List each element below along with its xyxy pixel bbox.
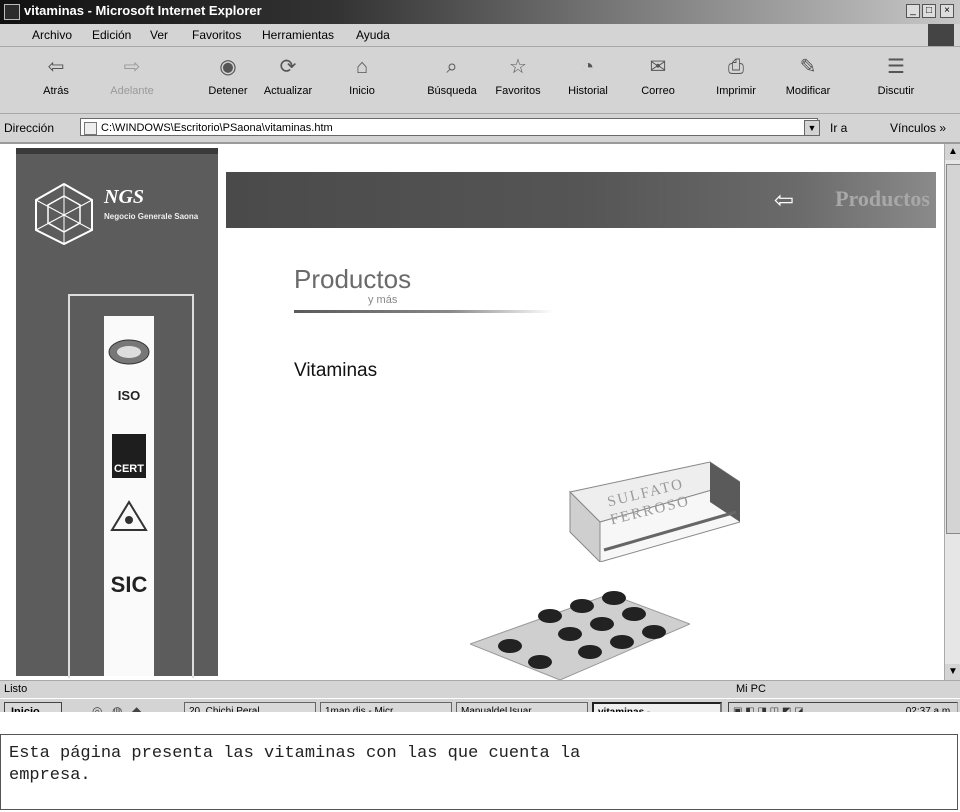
task-button-3[interactable]: ManualdeUsuar... — [456, 702, 588, 712]
title-underline — [294, 310, 554, 313]
top-banner: ⇦ Productos — [226, 172, 936, 228]
sidebar-stripe — [16, 148, 218, 154]
standard-toolbar: ⇦ Atrás ⇨ Adelante ◉ Detener ⟳ Actualizar ⌂ I… — [0, 47, 960, 114]
links-button[interactable]: Vínculos » — [890, 121, 946, 135]
edit-button[interactable]: ✎ Modificar — [776, 53, 840, 97]
maximize-button[interactable]: □ — [922, 4, 936, 18]
scroll-up-button[interactable]: ▲ — [945, 144, 960, 160]
history-button[interactable]: ◔ Historial — [556, 53, 620, 97]
discuss-button[interactable]: ☰ Discutir — [864, 53, 928, 97]
menu-ver[interactable]: Ver — [150, 28, 168, 42]
search-button[interactable]: ⌕ Búsqueda — [420, 53, 484, 97]
system-tray: ▣ ◧ ◨ ◫ ◩ ◪ 02:37 a.m. — [728, 702, 958, 712]
back-button[interactable]: ⇦ Atrás — [24, 53, 88, 97]
back-arrow-icon[interactable]: ⇦ — [774, 186, 794, 215]
start-button[interactable]: Inicio — [4, 702, 62, 712]
refresh-icon: ⟳ — [279, 56, 297, 78]
vertical-scrollbar[interactable]: ▲ ▼ — [944, 144, 960, 680]
page-title: Productos — [294, 264, 412, 294]
menu-bar: Archivo Edición Ver Favoritos Herramient… — [0, 24, 960, 47]
quicklaunch-ie-icon[interactable]: ◎ — [92, 704, 102, 712]
menu-favoritos[interactable]: Favoritos — [192, 28, 241, 42]
iso-badge: ISO — [117, 388, 141, 403]
stop-button[interactable]: ◉ Detener — [196, 53, 260, 97]
address-bar: Dirección C:\WINDOWS\Escritorio\PSaona\v… — [0, 114, 960, 144]
security-zone: Mi PC — [736, 683, 766, 695]
ngs-cube-logo-icon — [35, 182, 93, 246]
pill-blister-image — [470, 591, 690, 680]
forward-button[interactable]: ⇨ Adelante — [100, 53, 164, 97]
forward-arrow-icon: ⇨ — [123, 56, 141, 78]
menu-edicion[interactable]: Edición — [92, 28, 131, 42]
windows-logo-icon — [928, 24, 954, 46]
page-subtitle: y más — [368, 294, 398, 306]
task-button-4[interactable]: vitaminas - ... — [592, 702, 722, 712]
favorites-button[interactable]: ☆ Favoritos — [486, 53, 550, 97]
home-icon: ⌂ — [355, 56, 369, 78]
favorites-icon: ☆ — [509, 56, 527, 78]
quicklaunch-outlook-icon[interactable]: ◍ — [112, 704, 122, 712]
sic-logo: SIC — [110, 572, 148, 597]
taskbar: Inicio ◎ ◍ ◆ 20. Chichi Peral... 1man di… — [0, 698, 960, 712]
browser-screenshot: vitaminas - Microsoft Internet Explorer … — [0, 0, 960, 712]
caption-box: Esta página presenta las vitaminas con l… — [0, 734, 958, 810]
close-button[interactable]: × — [940, 4, 954, 18]
cert-logo: CERT — [112, 434, 146, 478]
back-arrow-icon: ⇦ — [47, 56, 65, 78]
discuss-icon: ☰ — [887, 56, 905, 78]
page-viewport: NGS Negocio Generale Saona ISO CERT SIC … — [0, 144, 944, 680]
logo-name: NGS — [104, 186, 145, 208]
quicklaunch-channels-icon[interactable]: ◆ — [132, 704, 141, 712]
mail-icon: ✉ — [649, 56, 667, 78]
left-sidebar: NGS Negocio Generale Saona ISO CERT SIC — [16, 148, 218, 678]
task-button-1[interactable]: 20. Chichi Peral... — [184, 702, 316, 712]
refresh-button[interactable]: ⟳ Actualizar — [256, 53, 320, 97]
mail-button[interactable]: ✉ Correo — [626, 53, 690, 97]
section-title: Vitaminas — [294, 360, 378, 381]
search-icon: ⌕ — [446, 56, 458, 78]
logo-subtitle: Negocio Generale Saona — [104, 212, 199, 221]
minimize-button[interactable]: _ — [906, 4, 920, 18]
ie-icon — [4, 4, 20, 20]
triangle-certification-icon — [110, 500, 148, 531]
edit-icon: ✎ — [799, 56, 817, 78]
scroll-thumb[interactable] — [946, 164, 960, 534]
go-button[interactable]: Ir a — [830, 121, 847, 135]
menu-herramientas[interactable]: Herramientas — [262, 28, 334, 42]
task-button-2[interactable]: 1man dis - Micr... — [320, 702, 452, 712]
print-icon: ⎙ — [728, 56, 744, 78]
menu-ayuda[interactable]: Ayuda — [356, 28, 390, 42]
history-icon: ◔ — [581, 56, 595, 78]
window-title: vitaminas - Microsoft Internet Explorer — [24, 3, 262, 18]
tray-icons[interactable]: ▣ ◧ ◨ ◫ ◩ ◪ — [733, 703, 804, 712]
scroll-down-button[interactable]: ▼ — [945, 664, 960, 680]
print-button[interactable]: ⎙ Imprimir — [704, 53, 768, 97]
status-bar: Listo Mi PC — [0, 680, 960, 699]
home-button[interactable]: ⌂ Inicio — [330, 53, 394, 97]
address-dropdown-button[interactable]: ▼ — [804, 120, 820, 136]
address-input[interactable]: C:\WINDOWS\Escritorio\PSaona\vitaminas.h… — [80, 118, 818, 136]
banner-title: Productos — [835, 186, 930, 211]
page-icon — [84, 122, 97, 135]
title-bar: vitaminas - Microsoft Internet Explorer … — [0, 0, 960, 24]
stop-icon: ◉ — [219, 56, 237, 78]
caption-text: Esta página presenta las vitaminas con l… — [9, 744, 581, 785]
clock: 02:37 a.m. — [905, 706, 953, 712]
address-label: Dirección — [4, 121, 55, 135]
status-text: Listo — [4, 683, 28, 695]
menu-archivo[interactable]: Archivo — [32, 28, 72, 42]
certification-seal-icon — [108, 339, 150, 365]
